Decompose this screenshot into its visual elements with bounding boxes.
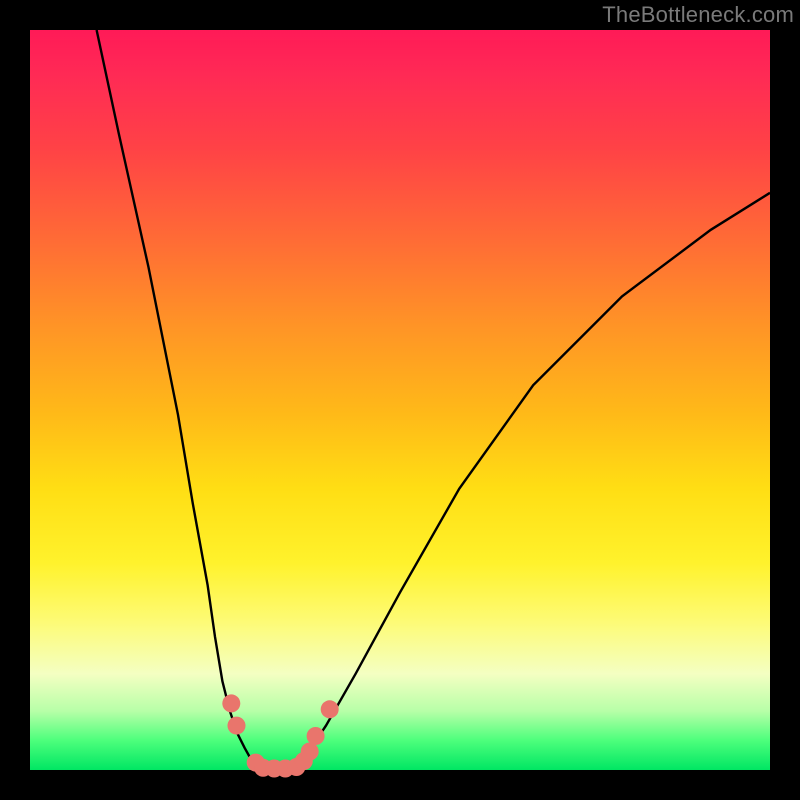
chart-svg <box>30 30 770 770</box>
chart-frame: TheBottleneck.com <box>0 0 800 800</box>
plot-area <box>30 30 770 770</box>
right-branch-curve <box>296 193 770 768</box>
data-marker <box>228 717 246 735</box>
watermark-text: TheBottleneck.com <box>602 2 794 28</box>
left-branch-curve <box>97 30 260 768</box>
data-marker <box>222 694 240 712</box>
data-marker <box>301 743 319 761</box>
data-marker <box>321 700 339 718</box>
data-marker <box>307 727 325 745</box>
